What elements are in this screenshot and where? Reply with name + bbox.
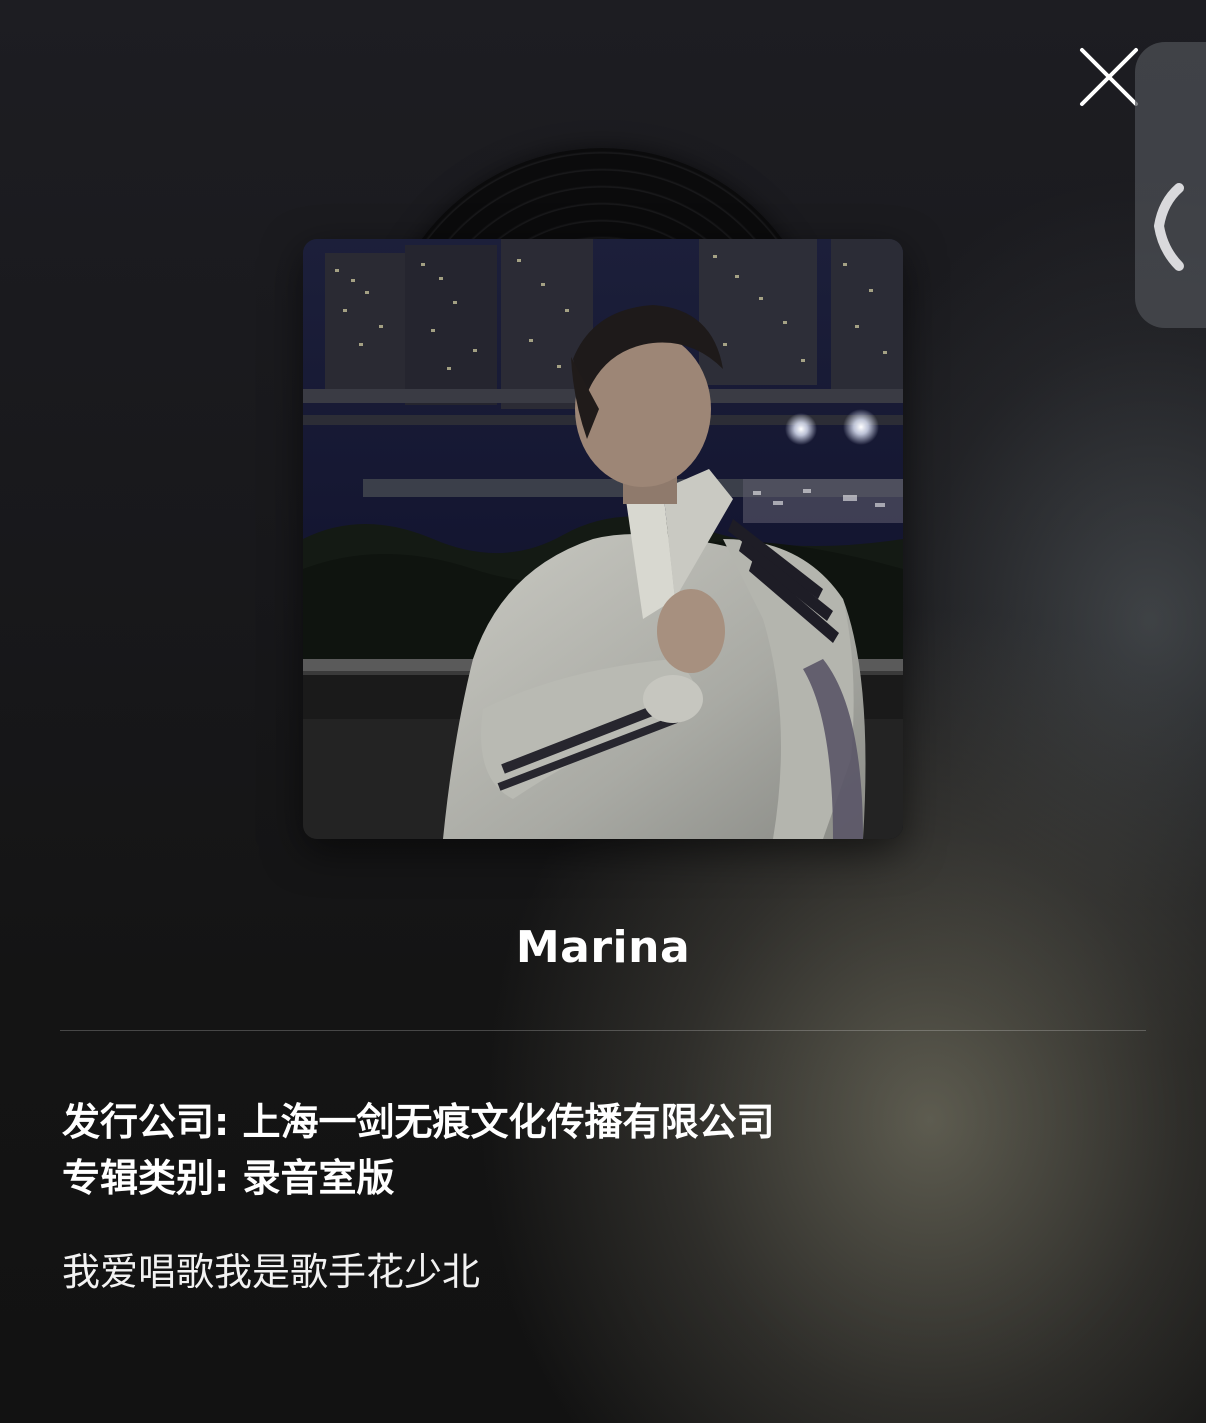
- chevron-left-icon: [1153, 183, 1184, 271]
- album-type-row: 专辑类别: 录音室版: [62, 1150, 774, 1206]
- publisher-value: 上海一剑无痕文化传播有限公司: [242, 1100, 775, 1144]
- divider: [60, 1030, 1146, 1031]
- publisher-row: 发行公司: 上海一剑无痕文化传播有限公司: [62, 1094, 774, 1150]
- close-button[interactable]: [1076, 44, 1142, 110]
- close-icon: [1080, 48, 1138, 106]
- side-panel-tab[interactable]: [1135, 42, 1206, 328]
- album-type-value: 录音室版: [242, 1156, 395, 1200]
- publisher-label: 发行公司:: [62, 1100, 230, 1144]
- album-description: 我爱唱歌我是歌手花少北: [62, 1250, 481, 1294]
- album-cover-photo: [303, 239, 903, 839]
- album-title: Marina: [515, 922, 691, 973]
- album-info: 发行公司: 上海一剑无痕文化传播有限公司 专辑类别: 录音室版: [62, 1094, 774, 1206]
- album-type-label: 专辑类别:: [62, 1156, 230, 1200]
- album-cover: [303, 239, 903, 839]
